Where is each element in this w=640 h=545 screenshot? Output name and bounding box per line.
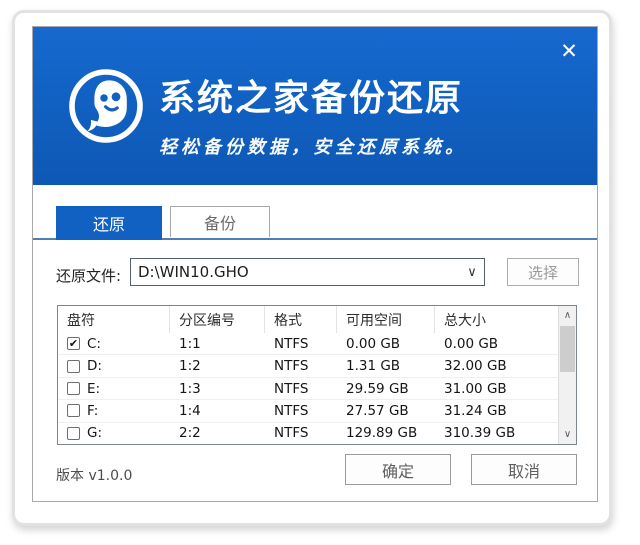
tab-backup[interactable]: 备份 [170, 206, 270, 237]
table-row[interactable]: F: 1:4NTFS27.57 GB31.24 GB [58, 400, 558, 422]
format-cell: NTFS [265, 381, 337, 397]
free-space-cell: 29.59 GB [337, 381, 435, 397]
column-header: 分区编号 [170, 306, 265, 333]
restore-file-combobox[interactable]: D:\WIN10.GHO ∨ [130, 258, 485, 286]
tab-restore[interactable]: 还原 [56, 206, 162, 240]
free-space-cell: 27.57 GB [337, 403, 435, 419]
table-scrollbar[interactable]: ∧ ∨ [558, 306, 576, 444]
drive-label: E: [87, 381, 100, 397]
select-file-button[interactable]: 选择 [507, 258, 579, 286]
format-cell: NTFS [265, 425, 337, 441]
restore-file-value: D:\WIN10.GHO [131, 263, 460, 281]
drive-label: D: [87, 358, 102, 374]
version-label: 版本 v1.0.0 [56, 465, 132, 485]
total-size-cell: 32.00 GB [435, 358, 558, 374]
drive-label: C: [87, 336, 101, 352]
row-checkbox[interactable] [67, 404, 80, 417]
table-row[interactable]: D: 1:2NTFS1.31 GB32.00 GB [58, 355, 558, 377]
partition-cell: 2:2 [170, 425, 265, 441]
row-checkbox[interactable] [67, 360, 80, 373]
total-size-cell: 31.00 GB [435, 381, 558, 397]
drive-cell: F: [58, 403, 170, 419]
partition-cell: 1:3 [170, 381, 265, 397]
drive-label: F: [87, 403, 98, 419]
chevron-down-icon[interactable]: ∨ [460, 265, 484, 280]
total-size-cell: 31.24 GB [435, 403, 558, 419]
app-title: 系统之家备份还原 [159, 69, 467, 121]
column-header: 可用空间 [337, 306, 435, 333]
row-checkbox-checked[interactable]: ✔ [67, 337, 80, 350]
scroll-up-icon[interactable]: ∧ [559, 306, 576, 325]
table-row[interactable]: E: 1:3NTFS29.59 GB31.00 GB [58, 378, 558, 400]
ghost-logo-icon [66, 66, 146, 146]
brand-text: 系统之家备份还原 轻松备份数据，安全还原系统。 [159, 69, 467, 159]
format-cell: NTFS [265, 403, 337, 419]
drive-cell: G: [58, 425, 170, 441]
table-row[interactable]: G: 2:2NTFS129.89 GB310.39 GB [58, 423, 558, 444]
partition-cell: 1:1 [170, 336, 265, 352]
column-header: 盘符 [58, 306, 170, 333]
table-header-row: 盘符分区编号格式可用空间总大小 [58, 306, 558, 334]
drive-cell: ✔ C: [58, 336, 170, 352]
table-body: ✔C:1:1NTFS0.00 GB0.00 GBD:1:2NTFS1.31 GB… [58, 333, 558, 444]
column-header: 总大小 [435, 306, 558, 333]
header-banner: ✕ 系统之家备份还原 轻松备份数据，安全还原系统。 [33, 27, 597, 185]
cancel-button[interactable]: 取消 [471, 454, 577, 485]
drive-label: G: [87, 425, 102, 441]
partition-cell: 1:2 [170, 358, 265, 374]
row-checkbox[interactable] [67, 382, 80, 395]
screenshot-root: ✕ 系统之家备份还原 轻松备份数据，安全还原系统。 还原 备份 还原文件: D:… [0, 0, 640, 545]
partition-table: 盘符分区编号格式可用空间总大小 ✔C:1:1NTFS0.00 GB0.00 GB… [57, 305, 577, 445]
app-subtitle: 轻松备份数据，安全还原系统。 [159, 133, 467, 159]
app-window: ✕ 系统之家备份还原 轻松备份数据，安全还原系统。 还原 备份 还原文件: D:… [32, 26, 598, 502]
format-cell: NTFS [265, 336, 337, 352]
drive-cell: D: [58, 358, 170, 374]
free-space-cell: 1.31 GB [337, 358, 435, 374]
total-size-cell: 310.39 GB [435, 425, 558, 441]
scroll-down-icon[interactable]: ∨ [559, 425, 576, 444]
total-size-cell: 0.00 GB [435, 336, 558, 352]
partition-cell: 1:4 [170, 403, 265, 419]
close-button[interactable]: ✕ [557, 39, 581, 63]
format-cell: NTFS [265, 358, 337, 374]
drive-cell: E: [58, 381, 170, 397]
row-checkbox[interactable] [67, 427, 80, 440]
column-header: 格式 [265, 306, 337, 333]
free-space-cell: 129.89 GB [337, 425, 435, 441]
ok-button[interactable]: 确定 [345, 454, 451, 485]
table-row[interactable]: ✔C:1:1NTFS0.00 GB0.00 GB [58, 333, 558, 355]
restore-file-label: 还原文件: [56, 265, 121, 286]
scrollbar-thumb[interactable] [560, 326, 575, 372]
free-space-cell: 0.00 GB [337, 336, 435, 352]
